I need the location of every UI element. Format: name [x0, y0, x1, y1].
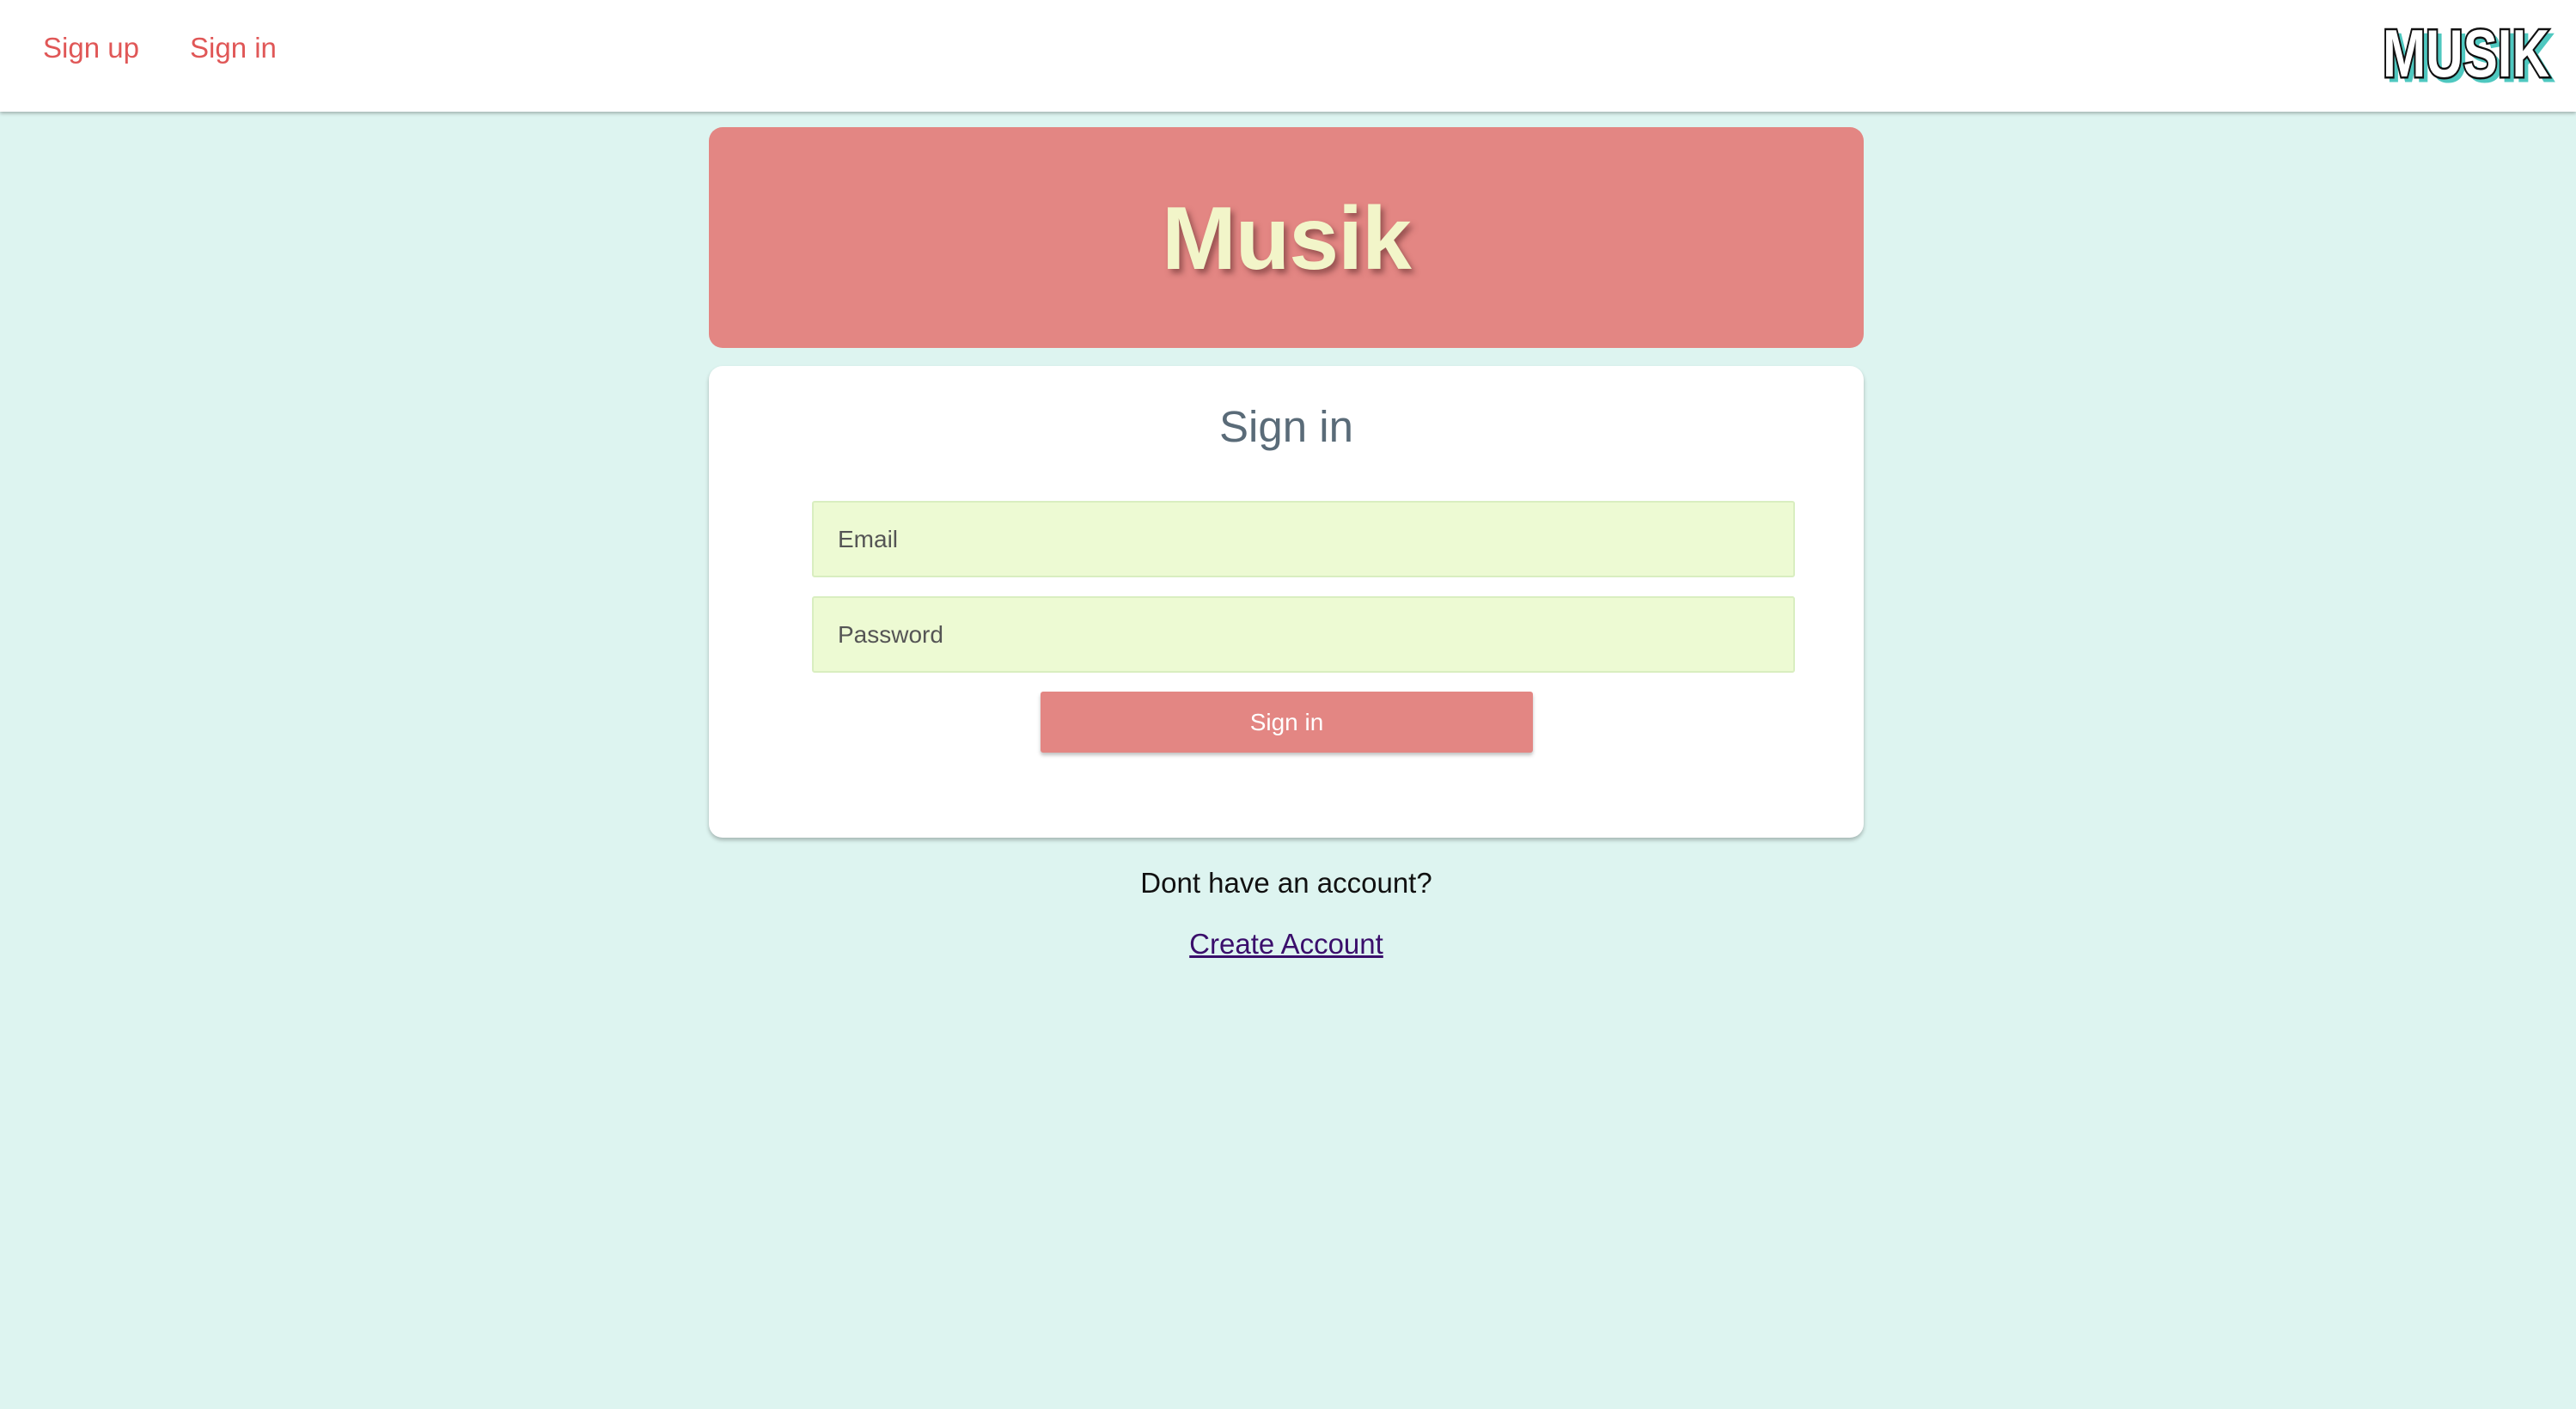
sign-in-heading: Sign in — [1219, 402, 1353, 451]
nav-sign-up-link[interactable]: Sign up — [43, 29, 139, 67]
no-account-prompt: Dont have an account? — [1140, 867, 1432, 899]
svg-text:MUSIK: MUSIK — [2383, 17, 2549, 89]
sign-in-button[interactable]: Sign in — [1041, 692, 1533, 753]
email-input[interactable] — [812, 501, 1795, 577]
hero-banner: Musik — [709, 127, 1864, 348]
musik-logo[interactable]: MUSIK MUSIK — [2382, 17, 2559, 89]
password-input[interactable] — [812, 596, 1795, 673]
nav-sign-in-link[interactable]: Sign in — [190, 29, 277, 67]
sign-in-card: Sign in Sign in — [709, 366, 1864, 838]
create-account-link-wrapper: Create Account — [709, 924, 1864, 964]
hero-title: Musik — [1162, 189, 1412, 289]
create-account-link[interactable]: Create Account — [1189, 928, 1383, 960]
top-navbar: Sign up Sign in MUSIK MUSIK — [0, 0, 2576, 112]
